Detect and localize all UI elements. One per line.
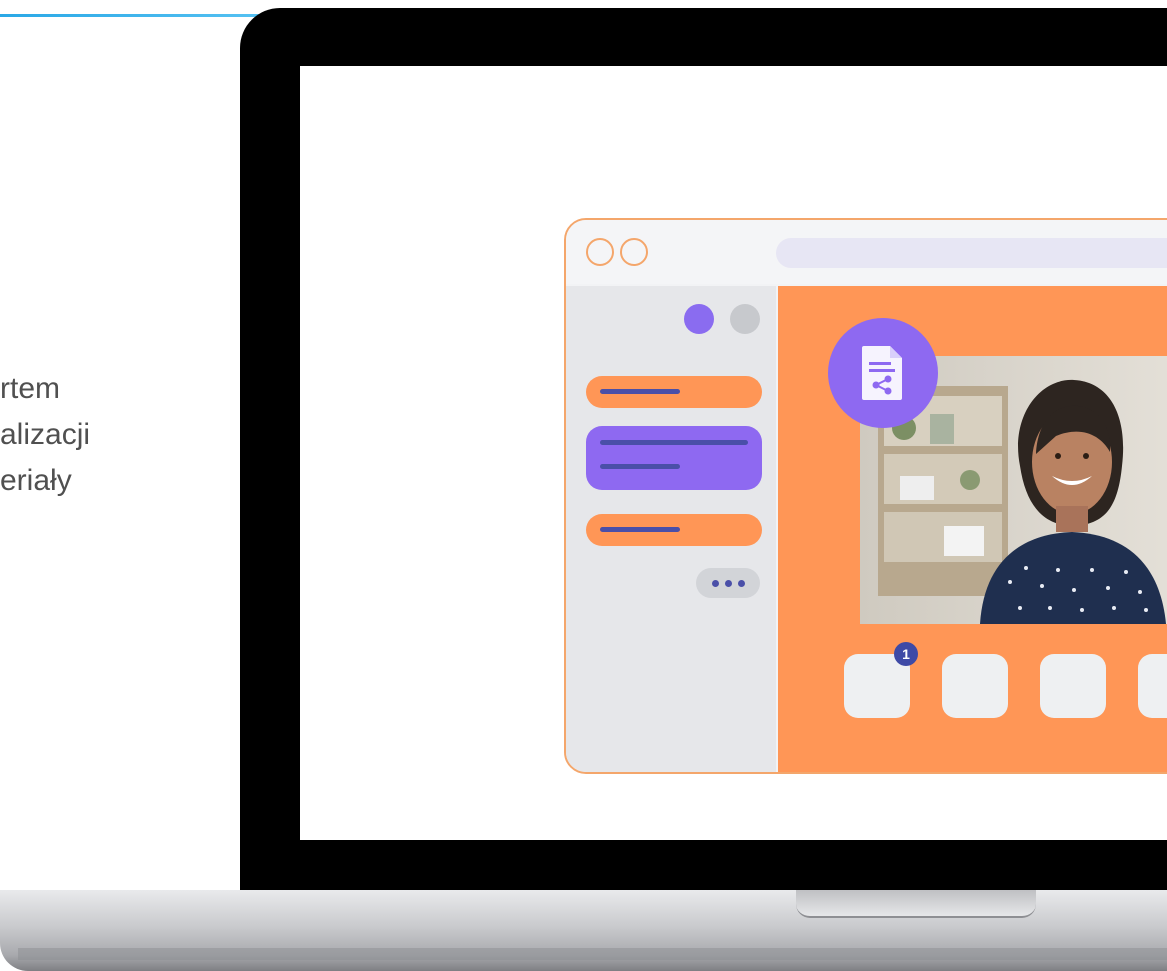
address-bar[interactable] <box>776 238 1167 268</box>
laptop-hinge-lip <box>796 890 1036 918</box>
promo-line-3: eriały <box>0 464 72 497</box>
sidebar-item-line <box>600 389 680 394</box>
participant-thumbnail[interactable] <box>942 654 1008 718</box>
promo-line-2: alizacji <box>0 418 91 451</box>
window-control-dot[interactable] <box>586 238 614 266</box>
laptop-screen: 1 <box>300 66 1167 840</box>
more-dots-icon[interactable] <box>696 568 760 598</box>
sidebar-item-selected[interactable] <box>586 426 762 490</box>
sidebar-item[interactable] <box>586 376 762 408</box>
participant-thumbnail[interactable] <box>1040 654 1106 718</box>
promo-text: rtem alizacji eriały <box>0 366 220 504</box>
promo-line-1: rtem <box>0 372 60 405</box>
accent-line <box>0 14 262 17</box>
window-control-dot[interactable] <box>620 238 648 266</box>
laptop-base <box>0 890 1167 971</box>
window-titlebar <box>566 220 1167 284</box>
shared-document-icon[interactable] <box>828 318 938 428</box>
status-dot-inactive[interactable] <box>730 304 760 334</box>
laptop-base-edge <box>18 948 1167 960</box>
video-call-area: 1 <box>778 286 1167 772</box>
sidebar-item-line <box>600 464 680 469</box>
status-dot-active[interactable] <box>684 304 714 334</box>
app-window: 1 <box>564 218 1167 774</box>
sidebar-item-line <box>600 527 680 532</box>
participant-thumbnail[interactable] <box>1138 654 1167 718</box>
sidebar <box>566 286 776 772</box>
sidebar-item-line <box>600 440 748 445</box>
notification-badge: 1 <box>894 642 918 666</box>
sidebar-item[interactable] <box>586 514 762 546</box>
